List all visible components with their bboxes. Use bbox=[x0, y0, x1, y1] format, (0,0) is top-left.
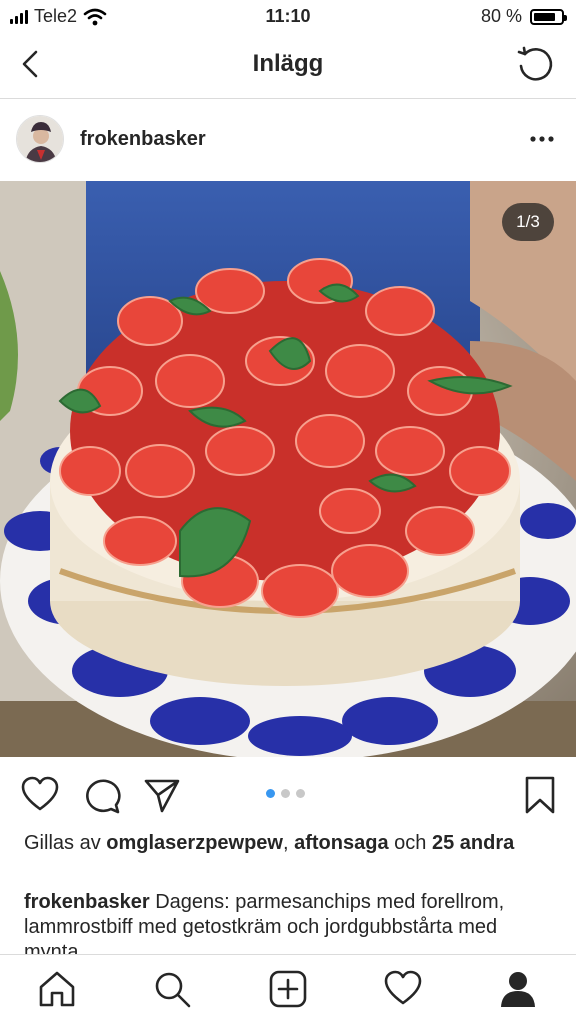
photo-strawberry-cake bbox=[0, 181, 576, 757]
refresh-icon[interactable] bbox=[514, 44, 554, 84]
caption-author[interactable]: frokenbasker bbox=[24, 891, 150, 913]
status-bar: Tele2 11:10 80 % bbox=[0, 0, 576, 34]
likes-conjunction: och bbox=[394, 832, 427, 854]
post-header: frokenbasker bbox=[0, 99, 576, 181]
page-title: Inlägg bbox=[252, 50, 324, 77]
carousel-dot bbox=[266, 789, 275, 798]
status-right: 80 % bbox=[480, 6, 567, 27]
avatar[interactable] bbox=[16, 115, 64, 163]
battery-percent: 80 % bbox=[480, 6, 522, 26]
tab-bar bbox=[0, 954, 576, 1025]
share-icon[interactable] bbox=[142, 775, 182, 815]
search-icon[interactable] bbox=[152, 969, 192, 1009]
likes-prefix: Gillas av bbox=[24, 832, 101, 854]
post-photo[interactable]: 1/3 bbox=[0, 181, 576, 757]
carousel-indicator bbox=[266, 789, 305, 798]
nav-bar: Inlägg bbox=[0, 34, 576, 99]
likes-others-link[interactable]: 25 andra bbox=[432, 832, 514, 854]
battery-level bbox=[534, 12, 555, 21]
post-actions bbox=[0, 757, 576, 829]
image-counter-badge: 1/3 bbox=[502, 203, 554, 241]
heart-icon[interactable] bbox=[20, 775, 60, 815]
battery-icon bbox=[530, 8, 567, 25]
profile-icon[interactable] bbox=[498, 969, 538, 1009]
home-icon[interactable] bbox=[37, 969, 77, 1009]
liker-link[interactable]: aftonsaga bbox=[294, 832, 388, 854]
add-post-icon[interactable] bbox=[268, 969, 308, 1009]
post-username[interactable]: frokenbasker bbox=[80, 128, 206, 151]
liker-link[interactable]: omglaserzpewpew bbox=[106, 832, 283, 854]
post-caption: frokenbasker Dagens: parmesanchips med f… bbox=[24, 890, 554, 954]
likes-separator: , bbox=[282, 832, 289, 854]
likes-text: Gillas av omglaserzpewpew, aftonsaga och… bbox=[24, 830, 554, 856]
more-horizontal-icon[interactable] bbox=[528, 129, 556, 149]
avatar-image bbox=[17, 116, 63, 162]
bookmark-icon[interactable] bbox=[520, 775, 560, 815]
activity-heart-icon[interactable] bbox=[383, 969, 423, 1009]
carousel-dot bbox=[296, 789, 305, 798]
carousel-dot bbox=[281, 789, 290, 798]
comment-icon[interactable] bbox=[82, 775, 122, 815]
